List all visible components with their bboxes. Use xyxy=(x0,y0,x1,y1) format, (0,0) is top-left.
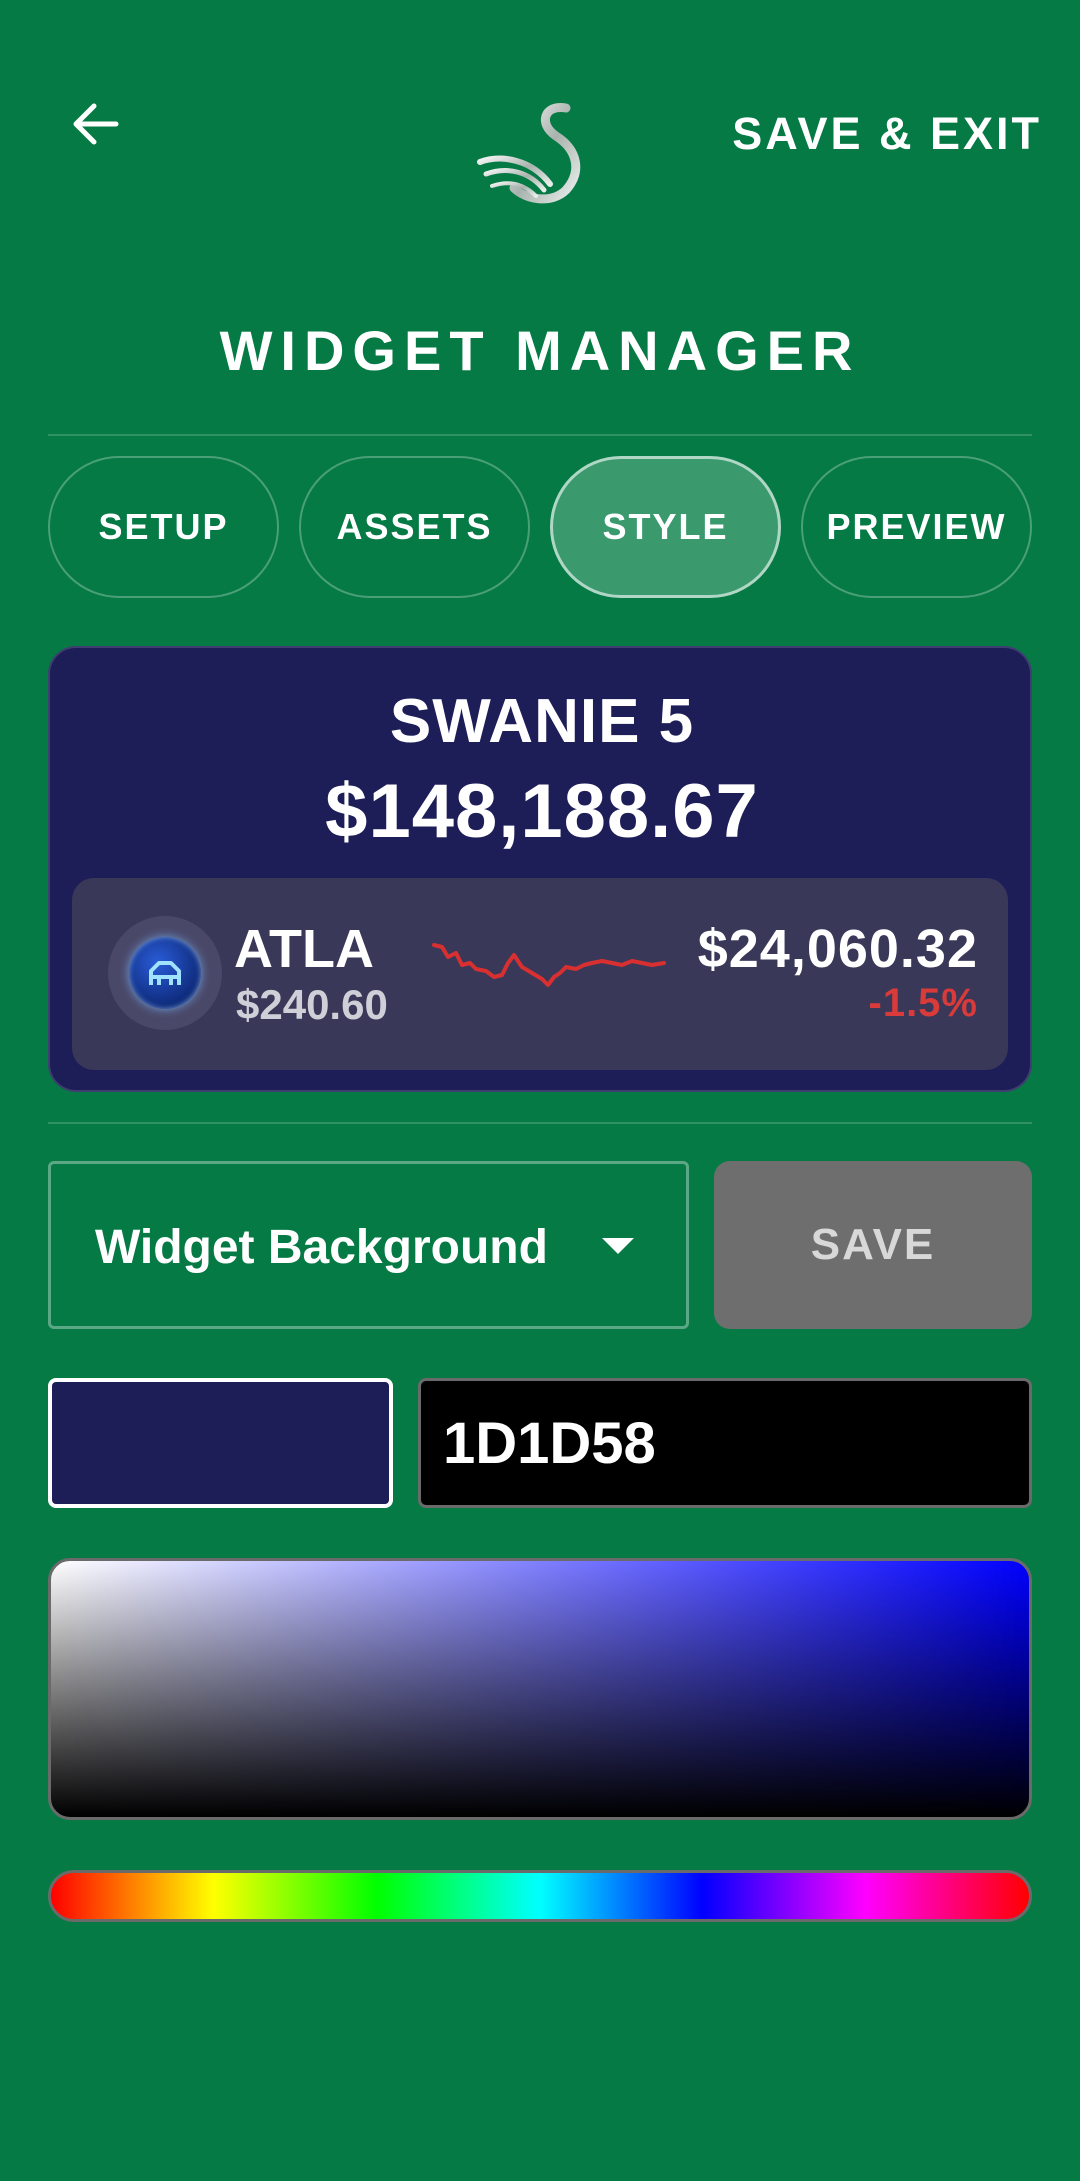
page-title: WIDGET MANAGER xyxy=(219,319,861,382)
tab-bar: SETUP ASSETS STYLE PREVIEW xyxy=(48,456,1032,598)
tab-assets[interactable]: ASSETS xyxy=(299,456,530,598)
save-and-exit-button[interactable]: SAVE & EXIT xyxy=(732,108,1042,160)
widget-total-value: $148,188.67 xyxy=(325,769,759,854)
color-swatch[interactable] xyxy=(48,1378,393,1508)
divider xyxy=(48,1122,1032,1124)
hex-color-input[interactable]: 1D1D58 xyxy=(418,1378,1032,1508)
widget-preview: SWANIE 5 $148,188.67 ATLA $240.60 $24,06… xyxy=(48,646,1032,1092)
divider xyxy=(48,434,1032,436)
asset-change: -1.5% xyxy=(868,981,978,1025)
sparkline-chart xyxy=(432,943,666,987)
asset-row: ATLA $240.60 $24,060.32 -1.5% xyxy=(72,878,1008,1070)
arrow-left-icon xyxy=(73,103,119,145)
style-target-dropdown[interactable]: Widget Background xyxy=(48,1161,689,1329)
saturation-brightness-picker[interactable] xyxy=(48,1558,1032,1820)
tab-preview[interactable]: PREVIEW xyxy=(801,456,1032,598)
caret-down-icon xyxy=(602,1238,634,1254)
tab-style[interactable]: STYLE xyxy=(550,456,781,598)
asset-value: $24,060.32 xyxy=(697,919,978,979)
dropdown-selected-value: Widget Background xyxy=(95,1221,548,1274)
swan-logo-icon xyxy=(474,100,606,205)
back-button[interactable] xyxy=(60,88,132,160)
atla-coin-icon xyxy=(108,916,222,1030)
save-button[interactable]: SAVE xyxy=(714,1161,1032,1329)
asset-price: $240.60 xyxy=(236,981,388,1028)
hue-slider[interactable] xyxy=(48,1870,1032,1922)
tab-setup[interactable]: SETUP xyxy=(48,456,279,598)
asset-symbol: ATLA xyxy=(234,919,374,979)
widget-name: SWANIE 5 xyxy=(389,687,695,756)
